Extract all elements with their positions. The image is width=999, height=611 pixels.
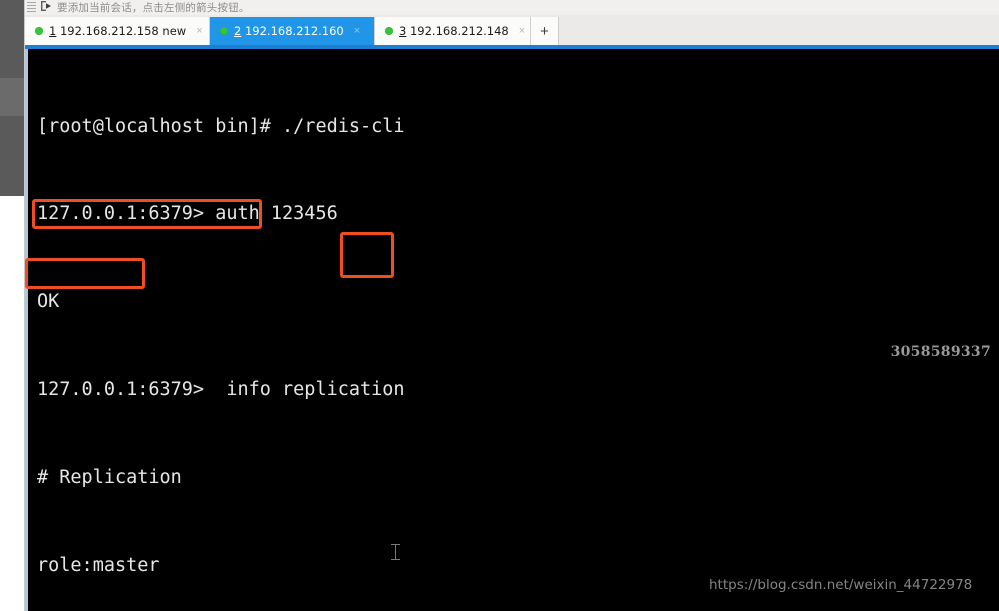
tab-label: 1 192.168.212.158 new [49,24,186,38]
left-side-panel-shade [0,78,25,116]
terminal-line: [root@localhost bin]# ./redis-cli [37,115,405,137]
terminal-line: 127.0.0.1:6379> info replication [37,379,405,401]
terminal-output: [root@localhost bin]# ./redis-cli 127.0.… [37,53,999,611]
tab-index: 1 [49,24,57,38]
tab-192-168-212-158[interactable]: 1 192.168.212.158 new × [25,17,210,45]
tab-index: 2 [234,24,242,38]
tab-index: 3 [399,24,407,38]
drag-grip-icon[interactable] [27,2,36,13]
terminal-pane[interactable]: [root@localhost bin]# ./redis-cli 127.0.… [25,49,999,611]
tab-label: 3 192.168.212.148 [399,24,509,38]
tab-192-168-212-160[interactable]: 2 192.168.212.160 × [210,17,375,45]
tab-bar: 1 192.168.212.158 new × 2 192.168.212.16… [25,15,999,45]
tab-status-dot-icon [385,27,393,35]
tab-host: 192.168.212.160 [244,24,344,38]
tab-suffix: new [158,24,187,38]
tab-status-dot-icon [220,27,228,35]
tab-host: 192.168.212.158 [59,24,159,38]
tab-bar-empty-area [559,17,999,45]
watermark-number: 3058589337 [890,344,991,360]
tab-close-icon[interactable]: × [519,25,525,37]
tab-close-icon[interactable]: × [354,25,360,37]
watermark-url: https://blog.csdn.net/weixin_44722978 [709,577,973,593]
tab-status-dot-icon [35,27,43,35]
terminal-line: # Replication [37,467,182,489]
terminal-line-role: role:master [37,555,160,577]
session-hint-text: 要添加当前会话，点击左侧的箭头按钮。 [57,2,250,14]
new-tab-button[interactable]: + [531,17,559,45]
left-side-panel-lower [0,196,25,611]
tab-host: 192.168.212.148 [409,24,509,38]
terminal-line: 127.0.0.1:6379> auth 123456 [37,203,338,225]
left-side-panel [0,0,25,196]
terminal-line: OK [37,291,60,313]
tab-close-icon[interactable]: × [196,25,202,37]
tab-192-168-212-148[interactable]: 3 192.168.212.148 × [375,17,531,45]
tab-label: 2 192.168.212.160 [234,24,344,38]
mouse-ibeam-cursor-icon [391,544,400,560]
add-session-icon[interactable] [40,0,52,15]
session-hint-bar: 要添加当前会话，点击左侧的箭头按钮。 [25,0,999,15]
